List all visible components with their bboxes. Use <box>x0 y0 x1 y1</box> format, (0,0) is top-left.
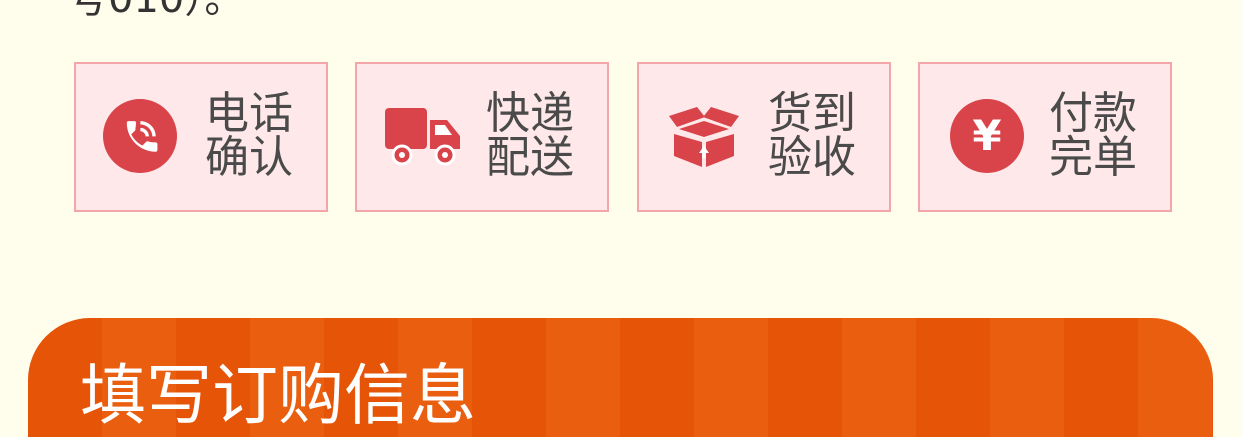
step-payment-complete: ¥ 付款 完单 <box>918 62 1172 212</box>
order-form-panel: 填写订购信息 <box>28 318 1213 437</box>
step-inspect-on-arrival: 货到 验收 <box>637 62 891 212</box>
step-label-line2: 配送 <box>486 132 574 183</box>
yen-symbol: ¥ <box>972 111 1002 160</box>
step-label: 快递 配送 <box>486 92 574 180</box>
step-label-line1: 电话 <box>205 88 293 139</box>
phone-icon <box>103 99 177 173</box>
open-box-icon <box>669 107 739 167</box>
step-label: 货到 验收 <box>768 92 856 180</box>
step-label-line1: 快递 <box>486 88 574 139</box>
step-label-line1: 货到 <box>768 88 856 139</box>
order-form-title: 填写订购信息 <box>80 357 476 434</box>
truck-icon <box>385 108 460 166</box>
step-label: 付款 完单 <box>1049 92 1137 180</box>
step-express-delivery: 快递 配送 <box>355 62 609 212</box>
step-label-line2: 验收 <box>768 132 856 183</box>
intro-text-tail: 号010）。 <box>68 0 244 23</box>
step-label: 电话 确认 <box>205 92 293 180</box>
yen-icon: ¥ <box>950 99 1024 173</box>
step-label-line2: 完单 <box>1049 132 1137 183</box>
step-label-line1: 付款 <box>1049 88 1137 139</box>
step-label-line2: 确认 <box>205 132 293 183</box>
step-phone-confirm: 电话 确认 <box>74 62 328 212</box>
